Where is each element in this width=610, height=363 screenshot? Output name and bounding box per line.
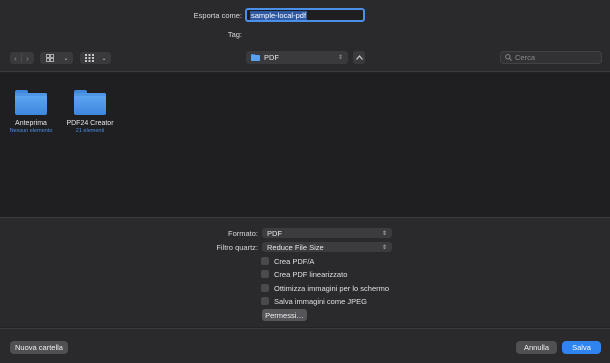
checkbox-box[interactable] <box>261 270 269 278</box>
collapse-browser-button[interactable] <box>353 51 365 64</box>
checkbox-label: Salva immagini come JPEG <box>274 296 367 306</box>
checkbox-box[interactable] <box>261 284 269 292</box>
format-popup[interactable]: PDF ⇕ <box>262 228 392 238</box>
checkbox-linearized-pdf[interactable]: Crea PDF linearizzato <box>261 269 347 279</box>
search-placeholder: Cerca <box>515 53 536 62</box>
save-as-input[interactable]: sample-local-pdf <box>245 8 365 22</box>
group-list-icon[interactable] <box>80 52 98 64</box>
format-value: PDF <box>267 228 282 238</box>
group-control[interactable]: ⌄ <box>80 52 111 64</box>
updown-arrows-icon: ⇕ <box>381 230 387 237</box>
permissions-button[interactable]: Permessi… <box>262 309 307 321</box>
checkbox-optimize-images[interactable]: Ottimizza immagini per lo schermo <box>261 283 389 293</box>
folder-icon <box>74 90 106 115</box>
search-icon <box>505 54 512 61</box>
checkbox-label: Crea PDF/A <box>274 256 315 266</box>
checkbox-create-pdfa[interactable]: Crea PDF/A <box>261 256 314 266</box>
checkbox-box[interactable] <box>261 257 269 265</box>
chevron-up-icon <box>355 55 363 60</box>
icon-grid-icon[interactable] <box>40 52 60 64</box>
chevron-down-icon[interactable]: ⌄ <box>60 52 72 64</box>
location-popup[interactable]: PDF ⇕ <box>246 51 348 64</box>
folder-icon <box>251 54 260 61</box>
checkbox-label: Ottimizza immagini per lo schermo <box>274 283 390 293</box>
format-label: Formato: <box>227 229 258 238</box>
quartz-filter-popup[interactable]: Reduce File Size ⇕ <box>262 242 392 252</box>
history-nav: ‹ › <box>10 52 34 64</box>
updown-arrows-icon: ⇕ <box>337 55 343 61</box>
checkbox-label: Crea PDF linearizzato <box>274 269 348 279</box>
cancel-button[interactable]: Annulla <box>516 341 557 354</box>
save-as-value[interactable]: sample-local-pdf <box>250 11 308 20</box>
quartz-filter-label: Filtro quartz: <box>216 243 258 252</box>
checkbox-save-jpeg[interactable]: Salva immagini come JPEG <box>261 296 367 306</box>
folder-name: Anteprima <box>15 120 47 127</box>
location-name: PDF <box>264 53 279 62</box>
save-as-label: Esporta come: <box>193 11 242 20</box>
folder-subtitle: Nessun elemento <box>9 128 53 134</box>
updown-arrows-icon: ⇕ <box>381 244 387 251</box>
chevron-down-icon[interactable]: ⌄ <box>98 52 110 64</box>
tags-label: Tag: <box>227 30 242 39</box>
quartz-filter-value: Reduce File Size <box>267 242 324 252</box>
chevron-right-icon[interactable]: › <box>22 52 33 64</box>
folder-item[interactable]: PDF24 Creator 21 elementi <box>60 90 120 134</box>
view-mode-control[interactable]: ⌄ <box>40 52 73 64</box>
search-field[interactable]: Cerca <box>500 51 602 64</box>
checkbox-box[interactable] <box>261 297 269 305</box>
folder-subtitle: 21 elementi <box>75 128 105 134</box>
folder-item[interactable]: Anteprima Nessun elemento <box>1 90 61 134</box>
new-folder-button[interactable]: Nuova cartella <box>10 341 68 354</box>
folder-name: PDF24 Creator <box>66 120 114 127</box>
tags-input[interactable] <box>246 30 364 41</box>
folder-icon <box>15 90 47 115</box>
chevron-left-icon[interactable]: ‹ <box>10 52 21 64</box>
save-button[interactable]: Salva <box>562 341 601 354</box>
